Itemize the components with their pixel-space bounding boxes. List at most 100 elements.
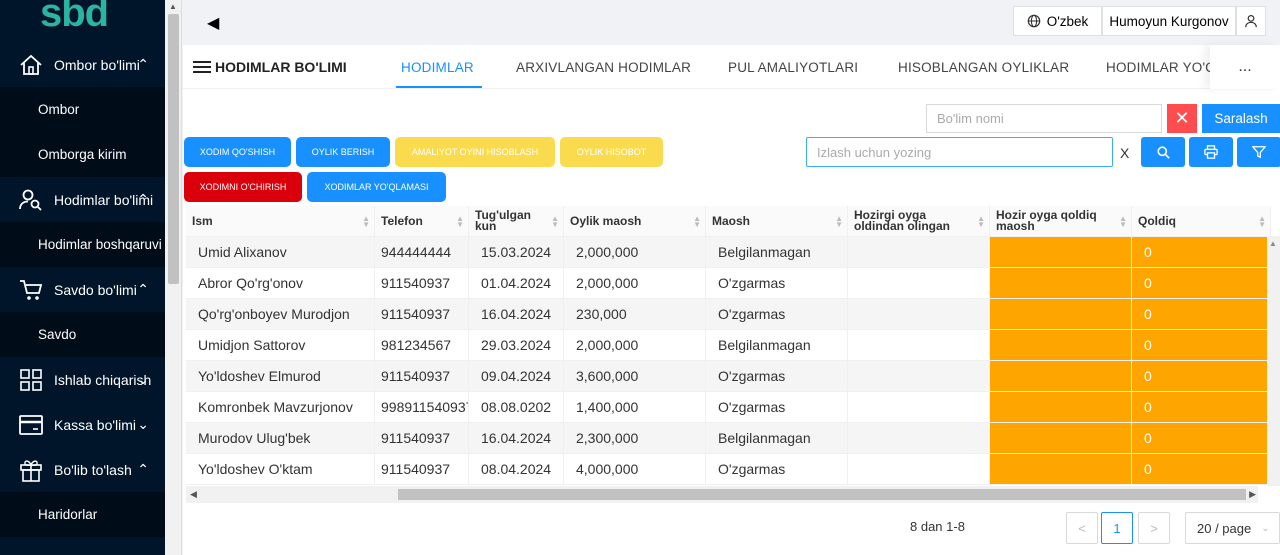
scroll-right-icon[interactable]: ▶ <box>1249 489 1256 500</box>
table-scroll-up-icon[interactable]: ▲ <box>1269 239 1277 248</box>
language-selector[interactable]: O'zbek <box>1013 6 1102 36</box>
tab-arxivlangan[interactable]: ARXIVLANGAN HODIMLAR <box>516 60 691 75</box>
hamburger-icon[interactable] <box>193 60 211 74</box>
prev-page-button[interactable]: < <box>1066 512 1098 544</box>
sort-icon[interactable]: ▲ ▼ <box>693 215 701 229</box>
table-cell: 0 <box>1132 361 1271 391</box>
table-row[interactable]: Abror Qo'rg'onov 911540937 01.04.2024 2,000… <box>186 268 1271 299</box>
tab-hodimlar-yoqlama[interactable]: HODIMLAR YO'Q <box>1106 60 1216 75</box>
column-header[interactable]: Telefon ▲ ▼ <box>375 206 469 236</box>
table-cell: 2,300,000 <box>564 423 706 453</box>
sidebar-group-label: Bo'lib to'lash <box>54 461 132 478</box>
sidebar-scrollbar[interactable]: ▲ <box>165 0 182 555</box>
table-row[interactable]: Murodov Ulug'bek 911540937 16.04.2024 2,300… <box>186 423 1271 454</box>
sidebar-group[interactable]: Kassa bo'limi ⌄ <box>0 402 165 447</box>
sidebar-group[interactable]: Hodimlar bo'limi ⌃ <box>0 177 165 222</box>
tab-hisoblangan-oyliklar[interactable]: HISOBLANGAN OYLIKLAR <box>898 60 1069 75</box>
table-cell: Yo'ldoshev Elmurod <box>186 361 375 391</box>
page-title-text: HODIMLAR BO'LIMI <box>215 59 347 75</box>
column-header[interactable]: Tug'ulgan kun ▲ ▼ <box>469 206 564 236</box>
table-cell: 1,400,000 <box>564 392 706 422</box>
search-input[interactable]: Izlash uchun yozing <box>806 137 1113 167</box>
table-cell: 911540937 <box>375 299 469 329</box>
table-cell: Belgilanmagan <box>706 423 848 453</box>
column-header[interactable]: Oylik maosh ▲ ▼ <box>564 206 706 236</box>
page-1-button[interactable]: 1 <box>1101 512 1133 544</box>
table-cell: Komronbek Mavzurjonov <box>186 392 375 422</box>
column-header[interactable]: Hozirgi oyga oldindan olingan ▲ ▼ <box>848 206 990 236</box>
column-header-label: Ism <box>192 213 213 228</box>
table-cell: 15.03.2024 <box>469 237 564 267</box>
calc-button[interactable]: AMALIYOT OYINI HISOBLASH <box>395 137 555 167</box>
add-employee-button[interactable]: XODIM QO'SHISH <box>184 137 291 167</box>
next-page-button[interactable]: > <box>1138 512 1170 544</box>
attendance-button[interactable]: XODIMLAR YO'QLAMASI <box>307 172 446 202</box>
hscroll-thumb[interactable] <box>398 489 1246 500</box>
table-cell: 230,000 <box>564 299 706 329</box>
user-icon[interactable] <box>1236 6 1266 36</box>
globe-icon <box>1027 14 1040 28</box>
search-button[interactable] <box>1141 137 1185 167</box>
scroll-up-icon[interactable]: ▲ <box>169 2 177 11</box>
give-salary-button[interactable]: OYLIK BERISH <box>296 137 390 167</box>
salary-report-button[interactable]: OYLIK HISOBOT <box>560 137 663 167</box>
sidebar-subitem[interactable]: Savdo <box>0 312 165 357</box>
table-vertical-scrollbar[interactable]: ▲ <box>1267 236 1280 486</box>
sidebar-subitem[interactable]: Hodimlar boshqaruvi <box>0 222 165 267</box>
sort-icon[interactable]: ▲ ▼ <box>835 215 843 229</box>
sidebar-group[interactable]: Bo'lib to'lash ⌃ <box>0 447 165 492</box>
sidebar-group[interactable]: Savdo bo'limi ⌃ <box>0 267 165 312</box>
table-row[interactable]: Yo'ldoshev Elmurod 911540937 09.04.2024 3,6… <box>186 361 1271 392</box>
sort-icon[interactable]: ▲ ▼ <box>977 215 985 229</box>
clear-search-button[interactable]: X <box>1120 145 1129 161</box>
table-cell: 998911540937 <box>375 392 469 422</box>
column-header[interactable]: Ism ▲ ▼ <box>186 206 375 236</box>
column-header[interactable]: Maosh ▲ ▼ <box>706 206 848 236</box>
table-cell: 0 <box>1132 392 1271 422</box>
collapse-sidebar-icon[interactable]: ◀ <box>207 13 219 33</box>
table-cell: Umid Alixanov <box>186 237 375 267</box>
table-cell <box>990 423 1132 453</box>
table-cell: 0 <box>1132 330 1271 360</box>
sort-icon[interactable]: ▲ ▼ <box>456 215 464 229</box>
table-cell: O'zgarmas <box>706 268 848 298</box>
table-horizontal-scrollbar[interactable]: ◀ ▶ <box>186 486 1258 503</box>
filter-button[interactable] <box>1237 137 1280 167</box>
table-row[interactable]: Qo'rg'onboyev Murodjon 911540937 16.04.202… <box>186 299 1271 330</box>
tab-pul-amaliyotlari[interactable]: PUL AMALIYOTLARI <box>728 60 858 75</box>
table-row[interactable]: Komronbek Mavzurjonov 998911540937 08.08.0… <box>186 392 1271 423</box>
sidebar-group[interactable]: Ishlab chiqarish ⌄ <box>0 357 165 402</box>
chevron-up-icon: ⌃ <box>137 461 149 477</box>
scroll-left-icon[interactable]: ◀ <box>190 489 197 500</box>
tab-hodimlar[interactable]: HODIMLAR <box>401 60 474 75</box>
column-header[interactable]: Qoldiq ▲ ▼ <box>1132 206 1271 236</box>
printer-icon <box>1204 145 1218 159</box>
sidebar-group-label: Ombor bo'limi <box>54 56 140 73</box>
print-button[interactable] <box>1189 137 1233 167</box>
page-size-select[interactable]: 20 / page ⌄ <box>1185 512 1280 544</box>
scroll-thumb[interactable] <box>168 14 179 284</box>
table-row[interactable]: Umid Alixanov 944444444 15.03.2024 2,000,00… <box>186 237 1271 268</box>
sort-icon[interactable]: ▲ ▼ <box>1258 215 1266 229</box>
delete-employee-button[interactable]: XODIMNI O'CHIRISH <box>184 172 302 202</box>
sort-button[interactable]: Saralash <box>1202 104 1280 133</box>
table-cell: 911540937 <box>375 361 469 391</box>
table-cell <box>848 423 990 453</box>
sidebar-group[interactable]: Ombor bo'limi ⌃ <box>0 42 165 87</box>
table-cell: 911540937 <box>375 454 469 484</box>
bolim-input[interactable]: Bo'lim nomi <box>926 104 1162 133</box>
table-row[interactable]: Yo'ldoshev O'ktam 911540937 08.04.2024 4,00… <box>186 454 1271 485</box>
sidebar-subitem[interactable]: Omborga kirim <box>0 132 165 177</box>
column-header[interactable]: Hozir oyga qoldiq maosh ▲ ▼ <box>990 206 1132 236</box>
table-row[interactable]: Umidjon Sattorov 981234567 29.03.2024 2,000… <box>186 330 1271 361</box>
pagination-info: 8 dan 1-8 <box>910 519 965 534</box>
language-label: O'zbek <box>1046 13 1089 29</box>
sort-icon[interactable]: ▲ ▼ <box>1119 215 1127 229</box>
sort-icon[interactable]: ▲ ▼ <box>362 215 370 229</box>
user-name-box[interactable]: Humoyun Kurgonov <box>1102 6 1236 36</box>
sidebar-subitem[interactable]: Haridorlar <box>0 492 165 537</box>
sidebar-subitem[interactable]: Ombor <box>0 87 165 132</box>
clear-filter-button[interactable]: ✕ <box>1167 104 1197 133</box>
tabs-more-button[interactable]: ... <box>1210 45 1280 89</box>
sort-icon[interactable]: ▲ ▼ <box>551 215 559 229</box>
